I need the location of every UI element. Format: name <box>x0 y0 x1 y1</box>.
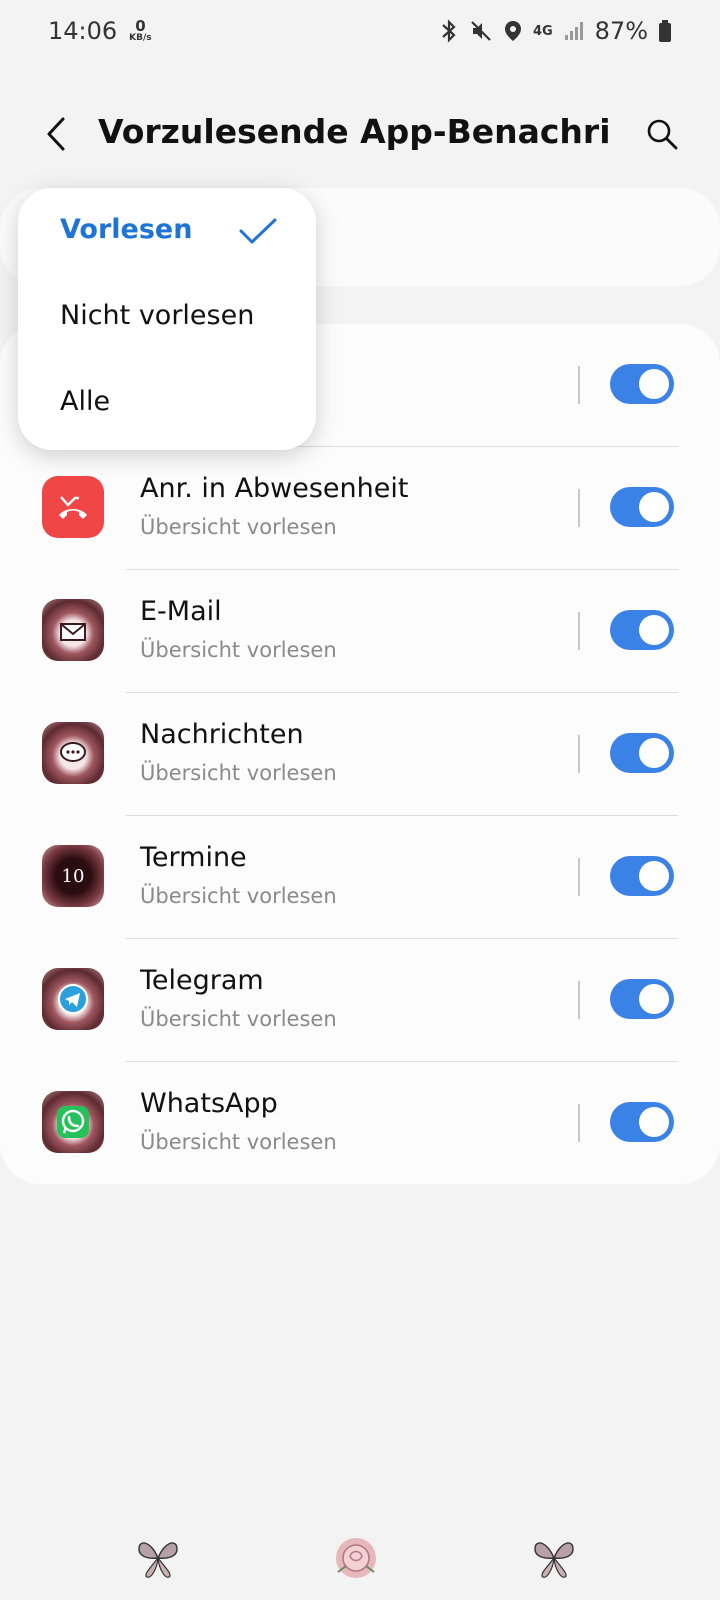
rose-icon <box>336 1538 376 1578</box>
app-toggle[interactable] <box>610 487 674 527</box>
back-nav-button[interactable] <box>526 1530 582 1586</box>
row-divider-vertical <box>578 1104 580 1142</box>
dropdown-option-vorlesen[interactable]: Vorlesen <box>60 214 192 245</box>
app-name: Termine <box>140 842 247 873</box>
row-divider-vertical <box>578 489 580 527</box>
app-toggle[interactable] <box>610 1102 674 1142</box>
mute-icon <box>469 19 493 43</box>
app-name: WhatsApp <box>140 1088 278 1119</box>
app-subtitle: Übersicht vorlesen <box>140 1130 337 1154</box>
filter-dropdown: Vorlesen Nicht vorlesen Alle <box>18 188 316 450</box>
row-divider-vertical <box>578 366 580 404</box>
location-icon <box>503 19 523 43</box>
list-item[interactable]: WhatsApp Übersicht vorlesen <box>0 1062 720 1184</box>
chevron-left-icon <box>47 117 65 151</box>
app-subtitle: Übersicht vorlesen <box>140 761 337 785</box>
app-subtitle: Übersicht vorlesen <box>140 515 337 539</box>
calendar-badge: 10 <box>61 865 85 887</box>
app-toggle[interactable] <box>610 610 674 650</box>
list-item[interactable]: Anr. in Abwesenheit Übersicht vorlesen <box>0 447 720 569</box>
status-right: 4G 87% <box>439 17 672 45</box>
row-divider-vertical <box>578 735 580 773</box>
app-subtitle: Übersicht vorlesen <box>140 638 337 662</box>
search-button[interactable] <box>640 112 684 156</box>
list-item[interactable]: Nachrichten Übersicht vorlesen <box>0 693 720 815</box>
calendar-icon: 10 <box>42 845 104 907</box>
telegram-icon <box>42 968 104 1030</box>
app-toggle[interactable] <box>610 979 674 1019</box>
signal-icon <box>563 20 585 42</box>
recents-button[interactable] <box>130 1530 186 1586</box>
messages-icon <box>42 722 104 784</box>
app-name: Anr. in Abwesenheit <box>140 473 409 504</box>
battery-level: 87% <box>594 17 648 45</box>
app-toggle[interactable] <box>610 733 674 773</box>
list-item[interactable]: E-Mail Übersicht vorlesen <box>0 570 720 692</box>
row-divider-vertical <box>578 858 580 896</box>
list-item[interactable]: 10 Termine Übersicht vorlesen <box>0 816 720 938</box>
app-toggle[interactable] <box>610 364 674 404</box>
data-rate: 0 KB/s <box>129 19 151 43</box>
status-time: 14:06 <box>48 17 118 45</box>
page-title: Vorzulesende App-Benachrichti… <box>98 112 608 151</box>
missed-call-icon <box>42 476 104 538</box>
network-type: 4G <box>532 23 553 39</box>
data-rate-value: 0 <box>135 17 146 35</box>
bluetooth-icon <box>439 19 459 43</box>
data-rate-unit: KB/s <box>129 33 152 43</box>
app-name: Telegram <box>140 965 264 996</box>
email-icon <box>42 599 104 661</box>
dropdown-option-nicht-vorlesen[interactable]: Nicht vorlesen <box>60 300 254 331</box>
dropdown-option-alle[interactable]: Alle <box>60 386 110 417</box>
butterfly-icon <box>138 1542 178 1578</box>
app-bar: Vorzulesende App-Benachrichti… <box>0 96 720 172</box>
check-icon <box>239 218 277 244</box>
app-toggle[interactable] <box>610 856 674 896</box>
row-divider-vertical <box>578 612 580 650</box>
navigation-bar <box>0 1512 720 1600</box>
app-name: E-Mail <box>140 596 222 627</box>
battery-icon <box>658 19 672 43</box>
row-divider-vertical <box>578 981 580 1019</box>
back-button[interactable] <box>36 110 76 158</box>
whatsapp-icon <box>42 1091 104 1153</box>
list-item[interactable]: Telegram Übersicht vorlesen <box>0 939 720 1061</box>
app-name: Nachrichten <box>140 719 304 750</box>
status-left: 14:06 0 KB/s <box>48 17 152 45</box>
app-list: Anr. in Abwesenheit Übersicht vorlesen E… <box>0 324 720 1184</box>
search-icon <box>647 119 678 150</box>
butterfly-icon <box>534 1542 574 1578</box>
app-subtitle: Übersicht vorlesen <box>140 884 337 908</box>
home-button[interactable] <box>328 1530 384 1586</box>
app-subtitle: Übersicht vorlesen <box>140 1007 337 1031</box>
status-bar: 14:06 0 KB/s 4G 87% <box>0 0 720 62</box>
